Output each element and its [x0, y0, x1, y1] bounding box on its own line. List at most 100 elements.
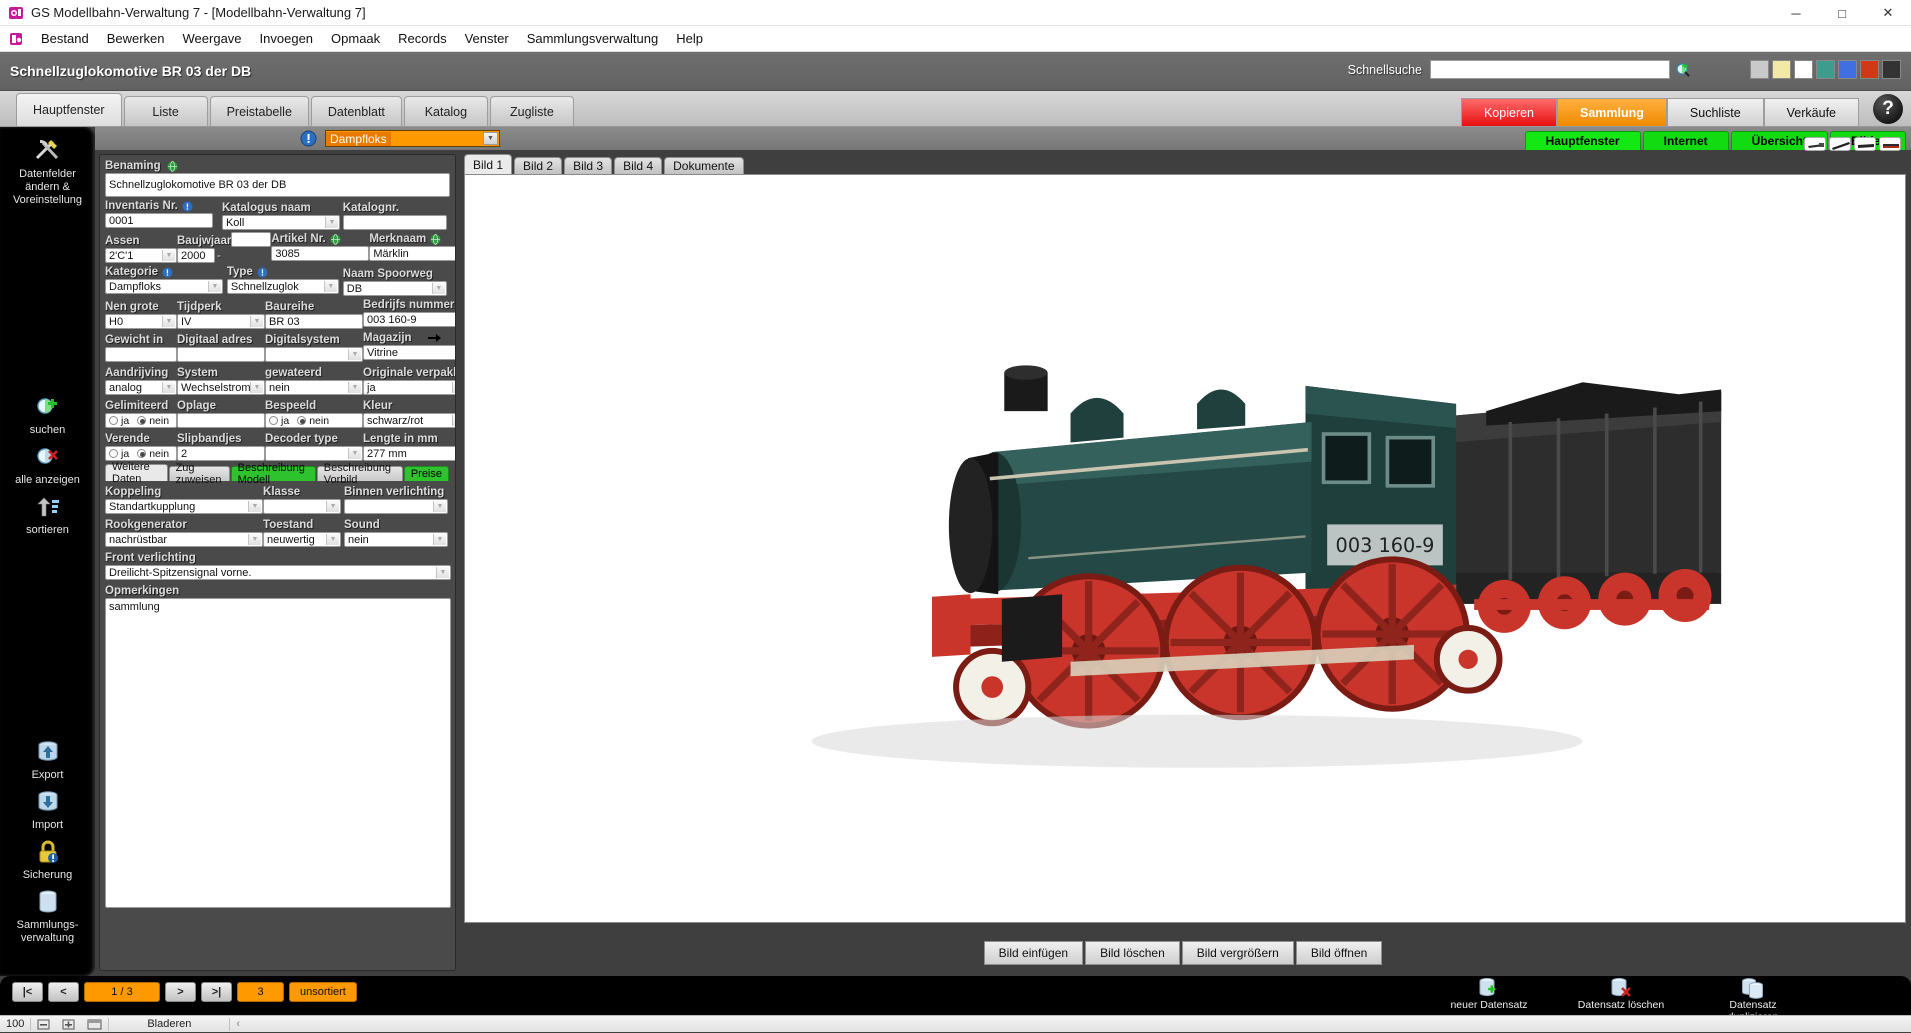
chevron-down-icon[interactable]: ▼ — [433, 501, 446, 512]
field-magazijn-input[interactable]: Vitrine — [363, 345, 455, 360]
field-opmerkingen-textarea[interactable]: sammlung — [105, 598, 451, 908]
zoom-out-button[interactable] — [31, 1016, 56, 1033]
field-digitaal-adres-input[interactable] — [177, 347, 265, 362]
field-sound-combo[interactable]: nein ▼ — [344, 532, 448, 547]
field-toestand-combo[interactable]: neuwertig ▼ — [263, 532, 342, 547]
thumbnail-2[interactable] — [1829, 137, 1851, 151]
field-front-verlichting-combo[interactable]: Dreilicht-Spitzensignal vorne. ▼ — [105, 565, 451, 580]
record-counter[interactable]: 1 / 3 — [84, 982, 160, 1002]
field-baujwjaar-end-input[interactable] — [231, 232, 272, 247]
chevron-down-icon[interactable]: ▼ — [436, 567, 449, 578]
chevron-down-icon[interactable]: ▼ — [326, 501, 340, 512]
swatch-red[interactable] — [1860, 60, 1879, 79]
detail-tab-preise[interactable]: Preise — [403, 466, 449, 481]
menu-item-venster[interactable]: Venster — [456, 27, 518, 50]
menu-item-sammlungsverwaltung[interactable]: Sammlungsverwaltung — [518, 27, 668, 50]
chevron-down-icon[interactable]: ▼ — [348, 349, 361, 360]
image-tab-bild-2[interactable]: Bild 2 — [514, 157, 563, 174]
field-verende-radios[interactable]: ja nein — [105, 446, 177, 461]
last-record-button[interactable]: >| — [201, 982, 232, 1002]
field-gelimiteerd-radios[interactable]: ja nein — [105, 413, 177, 428]
close-button[interactable]: ✕ — [1865, 0, 1911, 26]
field-gewicht-input[interactable] — [105, 347, 177, 362]
field-originale-verpakking-combo[interactable]: ja ▼ — [363, 380, 455, 395]
field-klasse-combo[interactable]: ▼ — [263, 499, 342, 514]
sidebar-item-datenfelder[interactable]: Datenfelder ändern & Voreinstellung — [0, 137, 95, 207]
zoom-in-button[interactable] — [56, 1016, 81, 1033]
chevron-down-icon[interactable]: ▼ — [452, 382, 455, 393]
sidebar-item-import[interactable]: Import — [0, 788, 95, 832]
tab-datenblatt[interactable]: Datenblatt — [310, 96, 402, 126]
chevron-down-icon[interactable]: ▼ — [250, 382, 263, 393]
radio-verende-nein[interactable] — [137, 449, 147, 458]
panel-tab-internet[interactable]: Internet — [1642, 131, 1729, 150]
enlarge-image-button[interactable]: Bild vergrößern — [1181, 941, 1294, 965]
menu-item-bestand[interactable]: Bestand — [32, 27, 98, 50]
delete-image-button[interactable]: Bild löschen — [1085, 941, 1180, 965]
swatch-yellow[interactable] — [1772, 60, 1791, 79]
field-kleur-combo[interactable]: schwarz/rot ▼ — [363, 413, 455, 428]
image-tab-bild-4[interactable]: Bild 4 — [614, 157, 663, 174]
field-naam-spoorweg-combo[interactable]: DB ▼ — [342, 281, 447, 296]
next-record-button[interactable]: > — [165, 982, 196, 1002]
sidebar-item-suchen[interactable]: suchen — [0, 393, 95, 437]
field-lengte-input[interactable]: 277 mm — [363, 446, 455, 461]
field-digitalsystem-combo[interactable]: ▼ — [265, 347, 363, 362]
category-select[interactable]: Dampfloks ▼ — [325, 130, 500, 147]
toggle-statusarea-button[interactable] — [81, 1016, 108, 1033]
chevron-down-icon[interactable]: ▼ — [483, 132, 498, 145]
color-swatches[interactable] — [1750, 60, 1901, 79]
chevron-down-icon[interactable]: ▼ — [431, 283, 445, 294]
field-artikel-nr-input[interactable]: 3085 — [271, 246, 370, 261]
image-tab-bild-3[interactable]: Bild 3 — [564, 157, 613, 174]
swatch-dark[interactable] — [1882, 60, 1901, 79]
tab-kopieren[interactable]: Kopieren — [1460, 98, 1558, 126]
radio-gelimiteerd-ja[interactable] — [109, 416, 118, 425]
panel-tab-hauptfenster[interactable]: Hauptfenster — [1524, 131, 1641, 150]
sidebar-item-export[interactable]: Export — [0, 738, 95, 782]
thumbnail-1[interactable] — [1804, 137, 1826, 151]
tab-liste[interactable]: Liste — [123, 96, 208, 126]
tab-verkaufe[interactable]: Verkäufe — [1763, 98, 1859, 126]
sidebar-item-sortieren[interactable]: sortieren — [0, 493, 95, 537]
first-record-button[interactable]: |< — [12, 982, 43, 1002]
mode-indicator[interactable]: Bladeren — [109, 1016, 229, 1033]
insert-image-button[interactable]: Bild einfügen — [983, 941, 1084, 965]
chevron-down-icon[interactable]: ▼ — [162, 250, 175, 261]
sidebar-item-alle-anzeigen[interactable]: alle anzeigen — [0, 443, 95, 487]
chevron-down-icon[interactable]: ▼ — [452, 415, 455, 426]
field-rookgenerator-combo[interactable]: nachrüstbar ▼ — [105, 532, 263, 547]
field-assen-combo[interactable]: 2'C'1 ▼ — [105, 248, 177, 263]
maximize-button[interactable]: □ — [1819, 0, 1865, 26]
sidebar-item-sicherung[interactable]: Sicherung — [0, 838, 95, 882]
field-katalogus-naam-combo[interactable]: Koll ▼ — [221, 215, 340, 230]
detail-tab-beschreibung-modell[interactable]: Beschreibung Modell — [230, 462, 316, 486]
swatch-teal[interactable] — [1816, 60, 1835, 79]
chevron-down-icon[interactable]: ▼ — [348, 448, 361, 459]
search-add-icon[interactable] — [1675, 61, 1693, 79]
chevron-down-icon[interactable]: ▼ — [248, 534, 261, 545]
field-kategorie-combo[interactable]: Dampfloks ▼ — [105, 279, 223, 294]
radio-bespeeld-nein[interactable] — [297, 416, 307, 425]
field-nen-grote-combo[interactable]: H0 ▼ — [105, 314, 177, 329]
swatch-blue[interactable] — [1838, 60, 1857, 79]
minimize-button[interactable]: ─ — [1773, 0, 1819, 26]
menu-item-help[interactable]: Help — [667, 27, 712, 50]
chevron-down-icon[interactable]: ▼ — [208, 281, 221, 292]
detail-tab-zug-zuweisen[interactable]: Zug zuweisen — [168, 462, 230, 486]
thumbnail-4[interactable] — [1879, 137, 1901, 151]
field-decoder-type-combo[interactable]: ▼ — [265, 446, 363, 461]
field-gewateerd-combo[interactable]: nein ▼ — [265, 380, 363, 395]
previous-record-button[interactable]: < — [48, 982, 79, 1002]
detail-tab-beschreibung-vorbild[interactable]: Beschreibung Vorbild — [316, 462, 403, 486]
image-tab-bild-1[interactable]: Bild 1 — [464, 154, 513, 174]
tab-hauptfenster[interactable]: Hauptfenster — [16, 93, 122, 126]
tab-preistabelle[interactable]: Preistabelle — [209, 96, 309, 126]
tab-zugliste[interactable]: Zugliste — [489, 96, 574, 126]
field-system-combo[interactable]: Wechselstrom ▼ — [177, 380, 265, 395]
thumbnail-3[interactable] — [1854, 137, 1876, 151]
tab-sammlung[interactable]: Sammlung — [1557, 98, 1667, 126]
chevron-down-icon[interactable]: ▼ — [326, 534, 340, 545]
chevron-down-icon[interactable]: ▼ — [323, 281, 337, 292]
detail-tab-weitere-daten[interactable]: Weitere Daten — [105, 461, 168, 485]
